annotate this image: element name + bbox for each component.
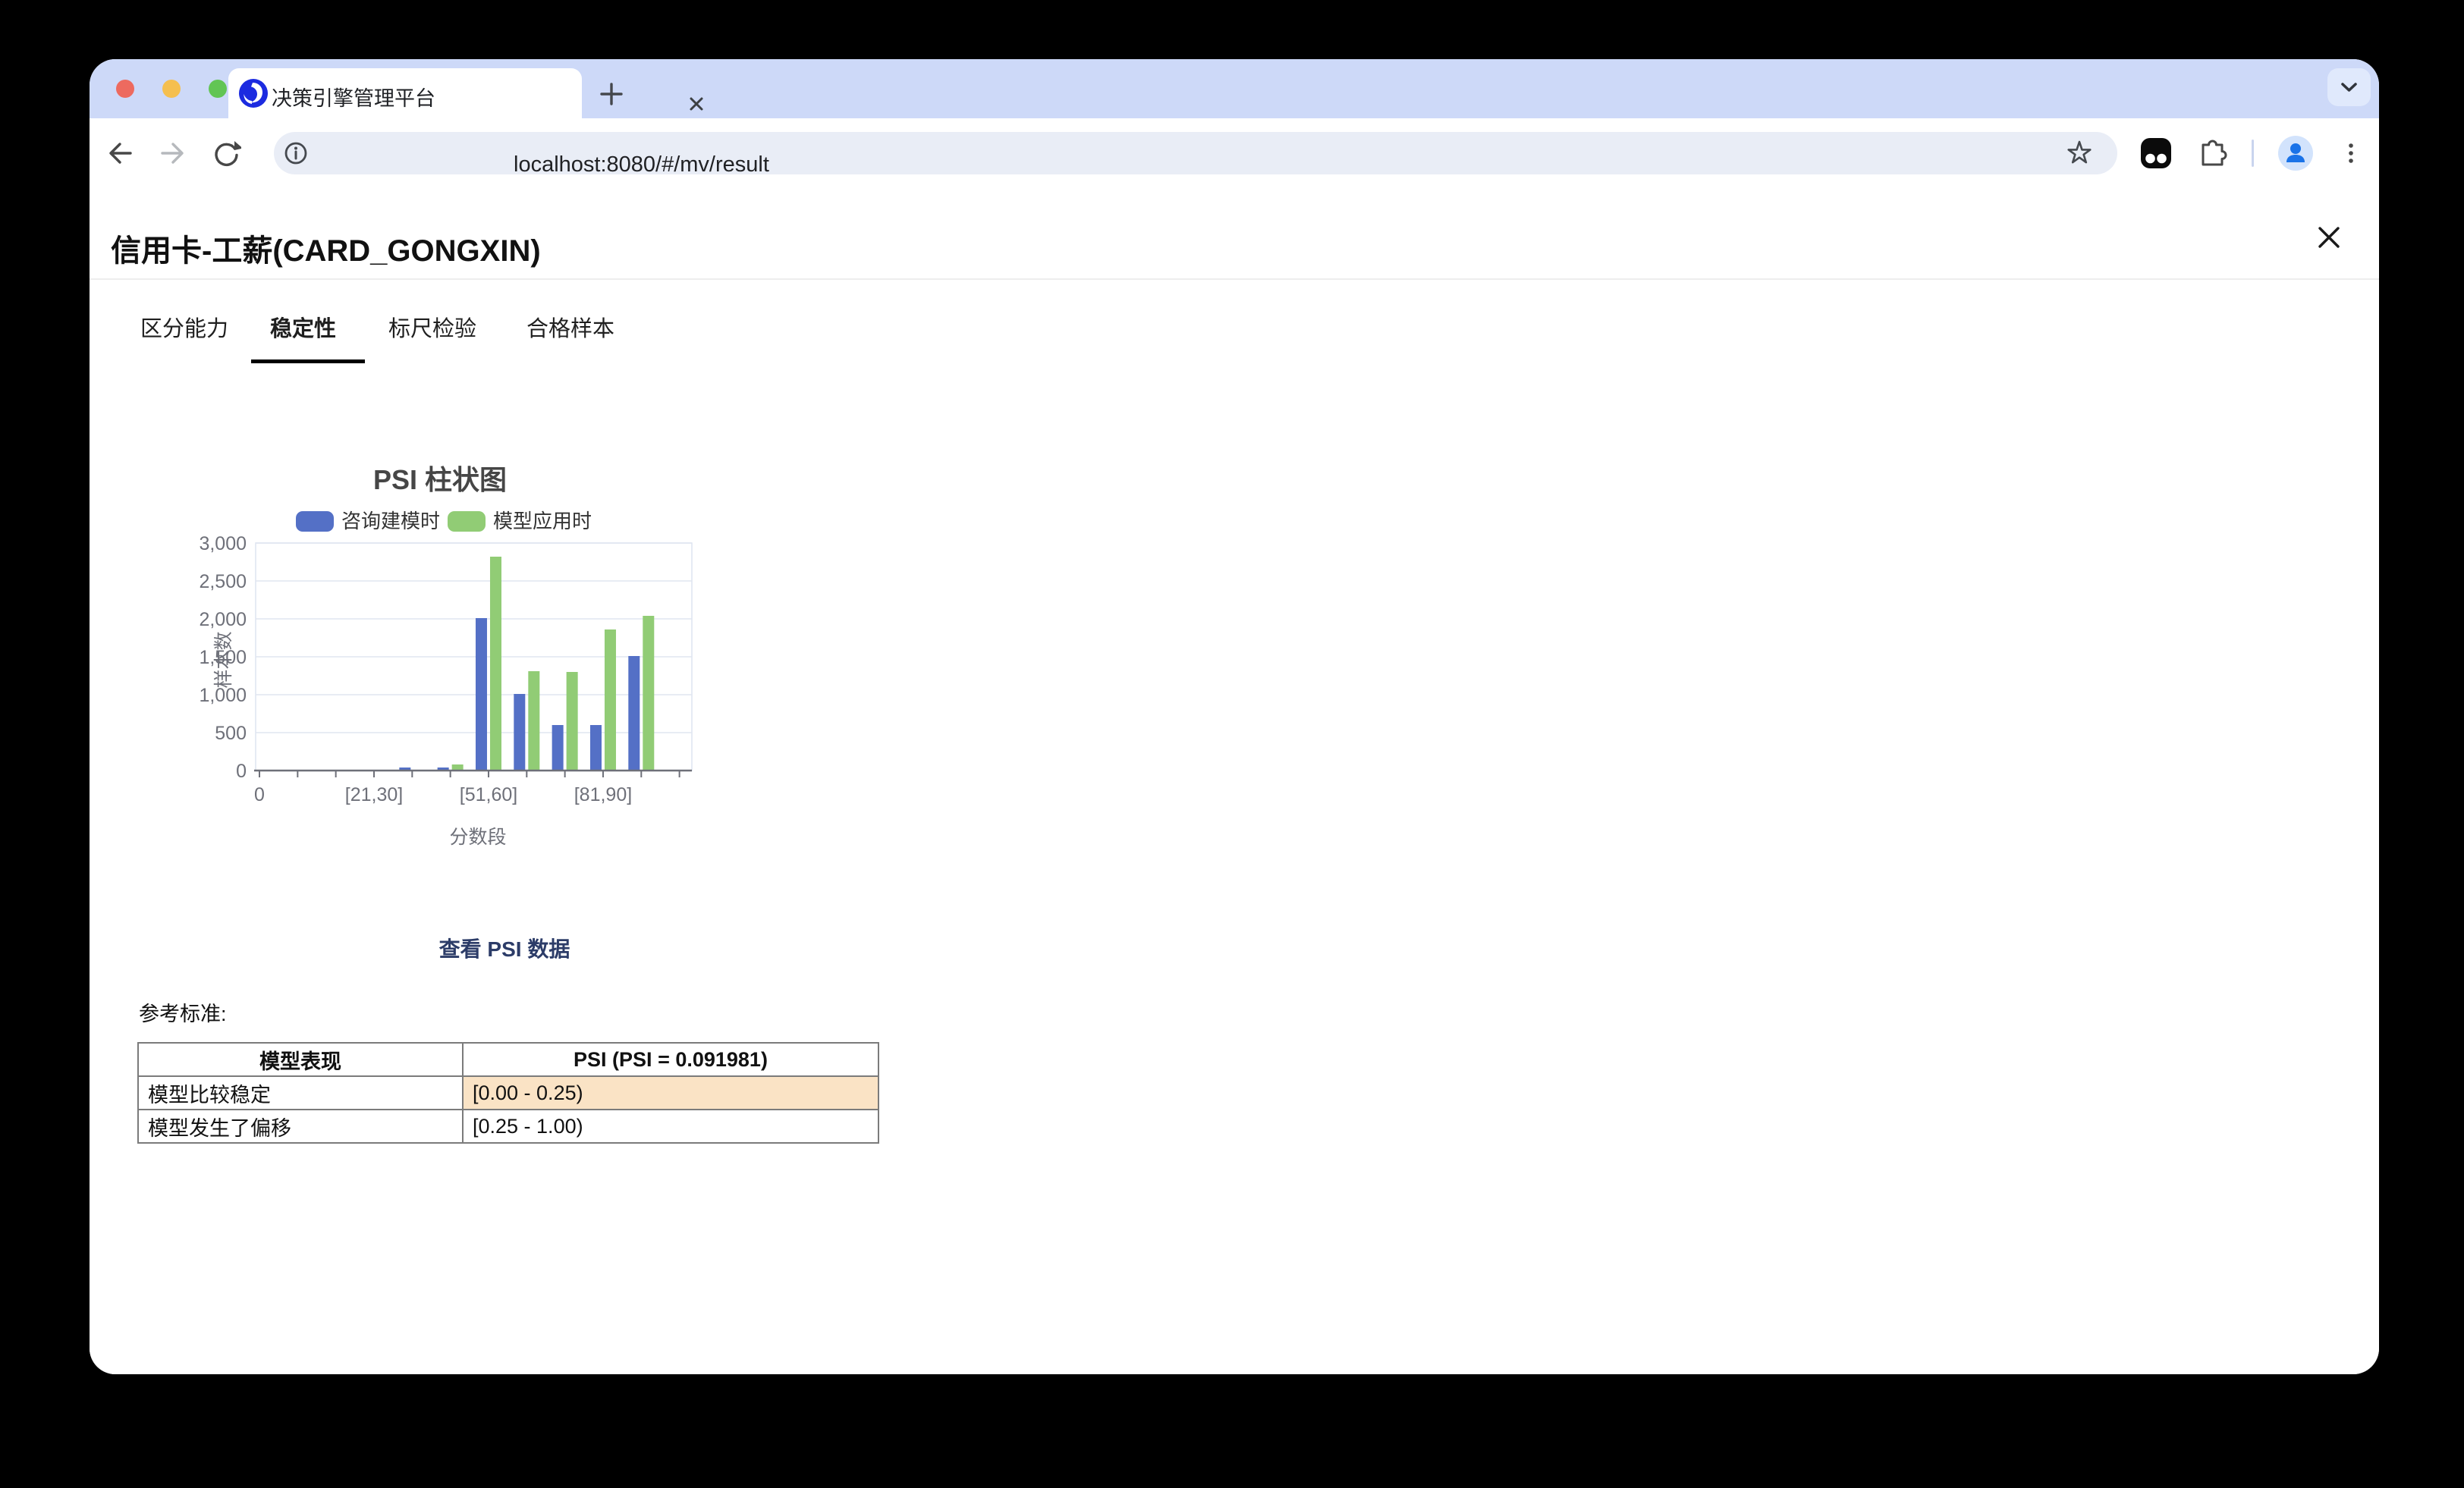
- bar-s0-c6[interactable]: [476, 618, 487, 771]
- psi-reference-table: 模型表现 PSI (PSI = 0.091981) 模型比较稳定 [0.00 -…: [137, 1042, 879, 1144]
- chart-title: PSI 柱状图: [373, 464, 507, 495]
- new-tab-icon[interactable]: [599, 81, 624, 107]
- tab-search-chevron-button[interactable]: [2327, 68, 2371, 106]
- tab-stability[interactable]: 稳定性: [270, 311, 336, 343]
- view-psi-link[interactable]: 查看 PSI 数据: [391, 933, 618, 963]
- cell-model-stable-label: 模型比较稳定: [138, 1076, 463, 1110]
- svg-text:[21,30]: [21,30]: [345, 784, 403, 805]
- bar-s0-c9[interactable]: [590, 725, 602, 771]
- extension-app-icon[interactable]: [2139, 137, 2173, 170]
- extensions-puzzle-icon[interactable]: [2197, 138, 2227, 168]
- back-icon[interactable]: [105, 138, 135, 168]
- x-axis-name: 分数段: [449, 827, 506, 848]
- svg-text:0: 0: [236, 761, 247, 782]
- reference-standard-label: 参考标准:: [139, 997, 227, 1027]
- traffic-light-zoom[interactable]: [209, 80, 227, 98]
- bar-s1-c8[interactable]: [567, 672, 578, 771]
- chevron-down-icon: [2327, 68, 2371, 106]
- psi-bar-chart: PSI 柱状图咨询建模时模型应用时05001,0001,5002,0002,50…: [196, 461, 757, 871]
- svg-text:[51,60]: [51,60]: [460, 784, 517, 805]
- svg-text:0: 0: [254, 784, 265, 805]
- legend-label-0[interactable]: 咨询建模时: [341, 510, 440, 532]
- svg-text:500: 500: [215, 723, 247, 744]
- cell-range-stable: [0.00 - 0.25): [463, 1076, 878, 1110]
- table-header-row: 模型表现 PSI (PSI = 0.091981): [138, 1043, 878, 1076]
- svg-text:3,000: 3,000: [199, 533, 247, 554]
- active-tab-underline: [251, 359, 365, 363]
- url-bar[interactable]: localhost:8080/#/mv/result: [274, 132, 2117, 174]
- traffic-light-close[interactable]: [116, 80, 134, 98]
- kebab-menu-icon[interactable]: [2336, 138, 2366, 168]
- bar-s1-c9[interactable]: [605, 629, 616, 771]
- svg-text:[81,90]: [81,90]: [574, 784, 632, 805]
- bar-s1-c10[interactable]: [643, 616, 654, 771]
- legend-label-1[interactable]: 模型应用时: [493, 510, 592, 532]
- legend-swatch-1[interactable]: [448, 511, 486, 532]
- bar-s0-c10[interactable]: [628, 656, 640, 771]
- page-content: 信用卡-工薪(CARD_GONGXIN) 区分能力 稳定性 标尺检验 合格样本 …: [90, 189, 2379, 1374]
- table-row: 模型发生了偏移 [0.25 - 1.00): [138, 1110, 878, 1143]
- tab-close-icon[interactable]: [684, 91, 709, 117]
- tab-scale-check[interactable]: 标尺检验: [388, 311, 476, 343]
- browser-tab-strip: 决策引擎管理平台: [90, 59, 2379, 118]
- traffic-light-minimize[interactable]: [162, 80, 181, 98]
- browser-window: 决策引擎管理平台: [90, 59, 2379, 1374]
- profile-avatar[interactable]: [2277, 135, 2314, 171]
- header-model-performance: 模型表现: [138, 1043, 463, 1076]
- site-info-icon[interactable]: [282, 140, 310, 167]
- bar-s1-c6[interactable]: [490, 557, 501, 771]
- close-icon[interactable]: [2315, 224, 2343, 251]
- table-row: 模型比较稳定 [0.00 - 0.25): [138, 1076, 878, 1110]
- reload-icon[interactable]: [211, 138, 241, 168]
- tab-discrimination[interactable]: 区分能力: [140, 311, 228, 343]
- bar-s0-c7[interactable]: [514, 694, 525, 771]
- svg-text:2,000: 2,000: [199, 609, 247, 630]
- browser-tab[interactable]: 决策引擎管理平台: [228, 68, 582, 118]
- toolbar-separator: [2252, 140, 2254, 167]
- tab-qualified-sample[interactable]: 合格样本: [526, 311, 614, 343]
- y-axis-name: 样本数: [213, 631, 234, 688]
- bookmark-star-icon[interactable]: [2064, 138, 2095, 168]
- page-title: 信用卡-工薪(CARD_GONGXIN): [111, 226, 541, 270]
- psi-bar-chart-svg: PSI 柱状图咨询建模时模型应用时05001,0001,5002,0002,50…: [196, 461, 757, 871]
- browser-toolbar: localhost:8080/#/mv/result: [90, 118, 2379, 187]
- title-divider: [90, 278, 2379, 280]
- url-text[interactable]: localhost:8080/#/mv/result: [514, 152, 769, 177]
- cell-range-shifted: [0.25 - 1.00): [463, 1110, 878, 1143]
- bar-s1-c7[interactable]: [528, 671, 539, 771]
- svg-text:2,500: 2,500: [199, 571, 247, 592]
- legend-swatch-0[interactable]: [296, 511, 334, 532]
- bar-s0-c8[interactable]: [552, 725, 564, 771]
- forward-icon[interactable]: [158, 138, 188, 168]
- site-favicon-icon: [237, 77, 270, 110]
- header-psi-value: PSI (PSI = 0.091981): [463, 1043, 878, 1076]
- cell-model-shifted-label: 模型发生了偏移: [138, 1110, 463, 1143]
- tab-title: 决策引擎管理平台: [272, 82, 435, 111]
